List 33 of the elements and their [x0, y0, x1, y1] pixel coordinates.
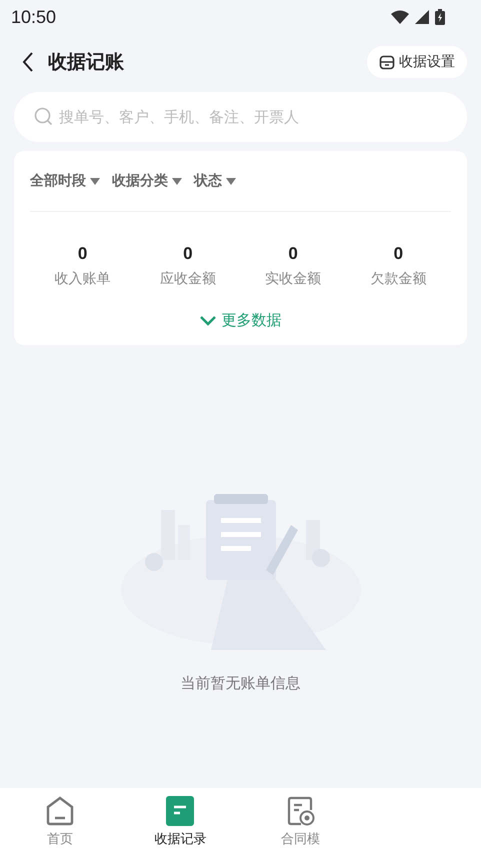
back-icon[interactable]	[22, 51, 34, 73]
search-icon	[34, 107, 53, 126]
more-data-button[interactable]: 更多数据	[194, 310, 288, 331]
stat-label: 欠款金额	[370, 270, 426, 288]
dropdown-icon	[226, 178, 236, 184]
stat-value: 0	[394, 244, 404, 264]
stat-value: 0	[288, 244, 298, 264]
tab[interactable]: 首页	[0, 788, 120, 855]
filter-dropdown[interactable]: 收据分类	[112, 172, 182, 190]
stat-value: 0	[183, 244, 193, 264]
page-title: 收据记账	[48, 50, 125, 75]
chevron-down-icon	[200, 316, 216, 326]
stat-label: 应收金额	[160, 270, 216, 288]
dropdown-icon	[90, 178, 100, 184]
receipt-icon	[166, 796, 194, 826]
filter-dropdown[interactable]: 全部时段	[30, 172, 100, 190]
storefront-icon	[379, 54, 395, 70]
empty-message: 当前暂无账单信息	[180, 674, 300, 693]
stat-label: 收入账单	[54, 270, 111, 288]
status-time: 10:50	[11, 6, 56, 28]
dropdown-icon	[172, 178, 182, 184]
signal-icon	[415, 10, 429, 24]
battery-icon	[435, 9, 445, 25]
stat-label: 实收金额	[265, 270, 322, 288]
wifi-icon	[391, 10, 409, 24]
tab[interactable]: 收据记录	[120, 788, 240, 855]
settings-button[interactable]: 收据设置	[367, 46, 467, 78]
document-badge-icon	[286, 796, 315, 826]
stat-value: 0	[78, 244, 88, 264]
house-icon	[46, 796, 74, 826]
search-field[interactable]: 搜单号、客户、手机、备注、开票人	[14, 92, 467, 142]
tab[interactable]: 合同模	[240, 788, 361, 855]
filter-dropdown[interactable]: 状态	[194, 172, 236, 190]
